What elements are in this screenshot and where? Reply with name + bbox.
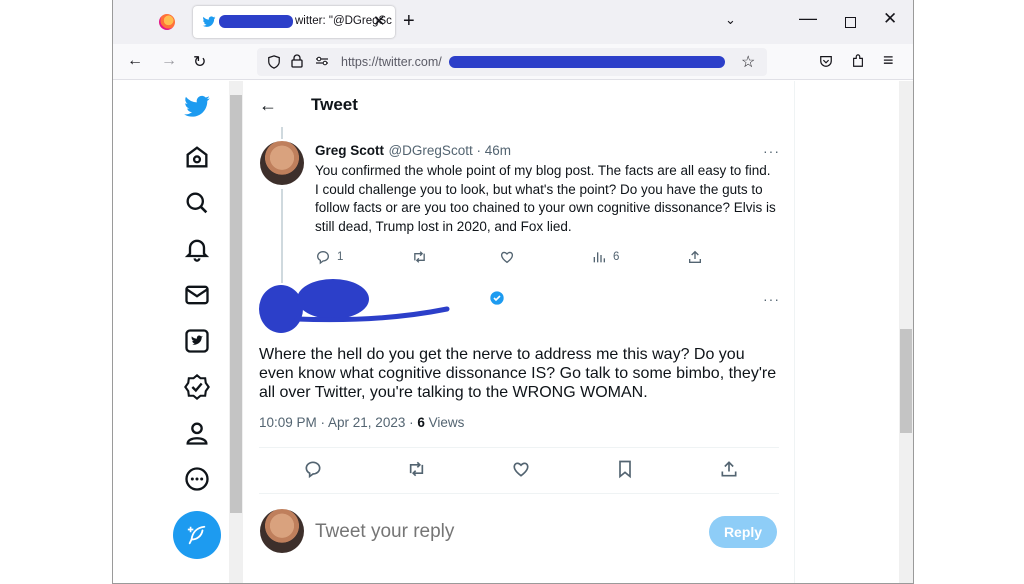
minimize-button[interactable]: —	[799, 8, 817, 29]
tab-list-chevron-icon[interactable]: ⌄	[725, 12, 736, 28]
permissions-icon[interactable]	[315, 56, 329, 66]
tweet-timestamp[interactable]: 10:09 PM · Apr 21, 2023 ·	[259, 415, 417, 430]
views-action[interactable]: 6	[591, 249, 619, 265]
notifications-bell-icon[interactable]	[183, 235, 211, 263]
url-text: https://twitter.com/	[341, 55, 442, 69]
main-tweet-text: Where the hell do you get the nerve to a…	[259, 346, 777, 401]
tab-bar: witter: "@DGregSc ✕ + ⌄ — ✕	[113, 0, 913, 44]
heart-icon	[513, 462, 529, 477]
bookmark-star-icon[interactable]: ☆	[741, 52, 755, 72]
views-count: 6	[417, 415, 425, 430]
back-arrow-icon[interactable]: ←	[259, 95, 277, 116]
twitter-logo-icon[interactable]	[183, 93, 211, 121]
retweet-icon	[409, 461, 424, 477]
reply-button[interactable]: Reply	[709, 516, 777, 548]
reply-icon	[305, 461, 321, 479]
page-title: Tweet	[311, 95, 358, 114]
menu-icon[interactable]: ≡	[883, 50, 894, 71]
thread-line	[281, 189, 283, 283]
shield-icon[interactable]	[267, 55, 281, 69]
parent-tweet-author: Greg Scott @DGregScott · 46m	[315, 142, 775, 160]
more-options-icon[interactable]	[183, 465, 211, 493]
like-action[interactable]	[499, 249, 515, 265]
maximize-button[interactable]	[845, 17, 856, 28]
retweet-action[interactable]	[411, 249, 428, 265]
forward-icon[interactable]: →	[161, 52, 177, 70]
divider	[259, 447, 779, 448]
more-options-icon[interactable]: ···	[763, 291, 780, 307]
twitter-bird-icon	[202, 16, 216, 27]
home-icon[interactable]	[183, 143, 211, 171]
reload-icon[interactable]: ↻	[193, 52, 206, 72]
share-icon	[721, 461, 737, 477]
analytics-icon	[593, 252, 605, 263]
close-window-button[interactable]: ✕	[883, 9, 897, 29]
verified-badge-icon	[490, 291, 504, 305]
reply-icon	[316, 251, 329, 265]
views-label: Views	[424, 415, 465, 430]
bookmark-icon	[619, 460, 631, 479]
reply-count: 1	[337, 251, 344, 263]
new-tab-button[interactable]: +	[403, 10, 415, 33]
author-name[interactable]: Greg Scott	[315, 143, 384, 158]
tab-close-icon[interactable]: ✕	[373, 12, 386, 30]
reply-action[interactable]	[303, 459, 323, 479]
thread-line	[281, 127, 283, 139]
messages-envelope-icon[interactable]	[183, 281, 211, 309]
profile-icon[interactable]	[183, 419, 211, 447]
tab-twitter[interactable]: witter: "@DGregSc ✕	[193, 6, 395, 38]
avatar[interactable]	[260, 141, 304, 185]
browser-window: witter: "@DGregSc ✕ + ⌄ — ✕ ← → ↻ https:…	[112, 0, 914, 584]
heart-icon	[500, 251, 514, 264]
retweet-icon	[414, 251, 425, 263]
verified-icon[interactable]	[183, 373, 211, 401]
avatar[interactable]	[260, 509, 304, 553]
url-bar[interactable]: https://twitter.com/ ☆	[257, 48, 767, 76]
reply-input[interactable]	[315, 519, 695, 545]
bookmark-action[interactable]	[615, 459, 635, 479]
sidebar-scrollbar-thumb[interactable]	[230, 95, 242, 513]
more-options-icon[interactable]: ···	[763, 143, 780, 159]
share-action[interactable]	[719, 459, 739, 479]
compose-tweet-button[interactable]	[173, 511, 221, 559]
twitter-blue-icon[interactable]	[183, 327, 211, 355]
firefox-icon	[159, 14, 175, 30]
parent-tweet-text: You confirmed the whole point of my blog…	[315, 163, 776, 234]
page-content: ← Tweet Greg Scott @DGregScott · 46m ···…	[113, 81, 913, 583]
divider	[259, 493, 779, 494]
navigation-bar: ← → ↻ https://twitter.com/ ☆ ≡	[113, 44, 913, 80]
retweet-action[interactable]	[406, 459, 427, 479]
view-count: 6	[613, 251, 620, 263]
author-handle[interactable]: @DGregScott · 46m	[388, 143, 511, 158]
back-icon[interactable]: ←	[127, 52, 143, 70]
explore-search-icon[interactable]	[183, 189, 211, 217]
tweet-metadata: 10:09 PM · Apr 21, 2023 · 6 Views	[259, 415, 464, 430]
feather-icon	[187, 525, 206, 545]
reply-action[interactable]: 1	[315, 249, 343, 265]
redaction-mark	[219, 15, 293, 28]
redacted-author-scribble	[259, 279, 450, 333]
share-action[interactable]	[687, 249, 703, 265]
lock-icon[interactable]	[291, 54, 303, 68]
like-action[interactable]	[511, 459, 531, 479]
main-column: ← Tweet Greg Scott @DGregScott · 46m ···…	[243, 81, 795, 583]
redaction-mark	[449, 56, 725, 68]
share-icon	[689, 250, 701, 263]
extensions-icon[interactable]	[851, 54, 865, 68]
pocket-icon[interactable]	[819, 54, 833, 68]
page-scrollbar-thumb[interactable]	[900, 329, 912, 433]
